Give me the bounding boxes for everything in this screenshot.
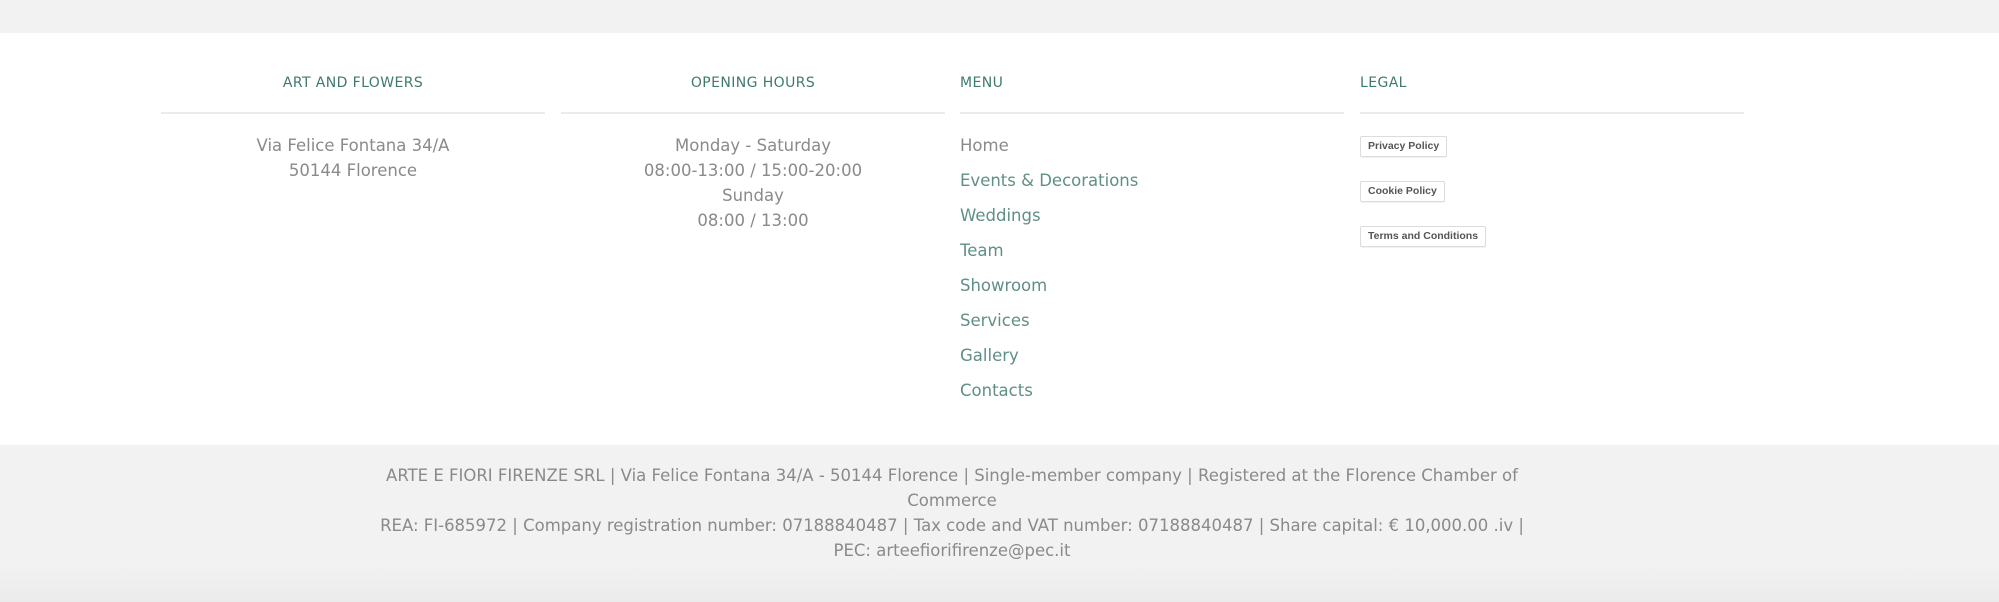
address-block: Via Felice Fontana 34/A 50144 Florence (161, 133, 545, 183)
site-footer: ART AND FLOWERS Via Felice Fontana 34/A … (0, 33, 1999, 445)
privacy-policy-button[interactable]: Privacy Policy (1360, 136, 1448, 157)
menu-link-weddings[interactable]: Weddings (960, 206, 1041, 225)
menu-item-services[interactable]: Services (960, 303, 1344, 338)
sunday-label: Sunday (722, 186, 784, 205)
footer-menu: Home Events & Decorations Weddings Team … (960, 128, 1344, 408)
company-info-text: ARTE E FIORI FIRENZE SRL | Via Felice Fo… (360, 463, 1544, 563)
address-street: Via Felice Fontana 34/A (256, 136, 450, 155)
menu-link-contacts[interactable]: Contacts (960, 381, 1033, 400)
opening-hours-heading: OPENING HOURS (690, 75, 816, 91)
menu-link-services[interactable]: Services (960, 311, 1030, 330)
menu-link-home[interactable]: Home (960, 136, 1009, 155)
top-strip (0, 0, 1999, 33)
divider (561, 112, 945, 114)
weekday-hours: 08:00-13:00 / 15:00-20:00 (643, 161, 863, 180)
hours-block: Monday - Saturday 08:00-13:00 / 15:00-20… (561, 133, 945, 233)
company-info-line-2: REA: FI-685972 | Company registration nu… (380, 516, 1524, 560)
company-info-bar: ARTE E FIORI FIRENZE SRL | Via Felice Fo… (0, 445, 1999, 602)
menu-item-events-decorations[interactable]: Events & Decorations (960, 163, 1344, 198)
menu-link-events-decorations[interactable]: Events & Decorations (960, 171, 1138, 190)
legal-buttons: Privacy Policy Cookie Policy Terms and C… (1360, 136, 1487, 271)
cookie-policy-button[interactable]: Cookie Policy (1360, 181, 1445, 202)
menu-link-gallery[interactable]: Gallery (960, 346, 1019, 365)
sunday-hours: 08:00 / 13:00 (697, 211, 809, 230)
divider (1360, 112, 1744, 114)
menu-item-showroom[interactable]: Showroom (960, 268, 1344, 303)
divider (161, 112, 545, 114)
menu-link-showroom[interactable]: Showroom (960, 276, 1047, 295)
menu-heading: MENU (960, 75, 1004, 91)
legal-heading: LEGAL (1360, 75, 1407, 91)
menu-item-team[interactable]: Team (960, 233, 1344, 268)
menu-item-gallery[interactable]: Gallery (960, 338, 1344, 373)
address-city: 50144 Florence (288, 161, 418, 180)
menu-item-contacts[interactable]: Contacts (960, 373, 1344, 408)
company-info-line-1: ARTE E FIORI FIRENZE SRL | Via Felice Fo… (386, 466, 1518, 510)
divider (960, 112, 1344, 114)
terms-and-conditions-button[interactable]: Terms and Conditions (1360, 226, 1487, 247)
menu-item-home[interactable]: Home (960, 128, 1344, 163)
weekday-label: Monday - Saturday (675, 136, 831, 155)
art-and-flowers-heading: ART AND FLOWERS (282, 75, 424, 91)
menu-item-weddings[interactable]: Weddings (960, 198, 1344, 233)
menu-link-team[interactable]: Team (960, 241, 1004, 260)
